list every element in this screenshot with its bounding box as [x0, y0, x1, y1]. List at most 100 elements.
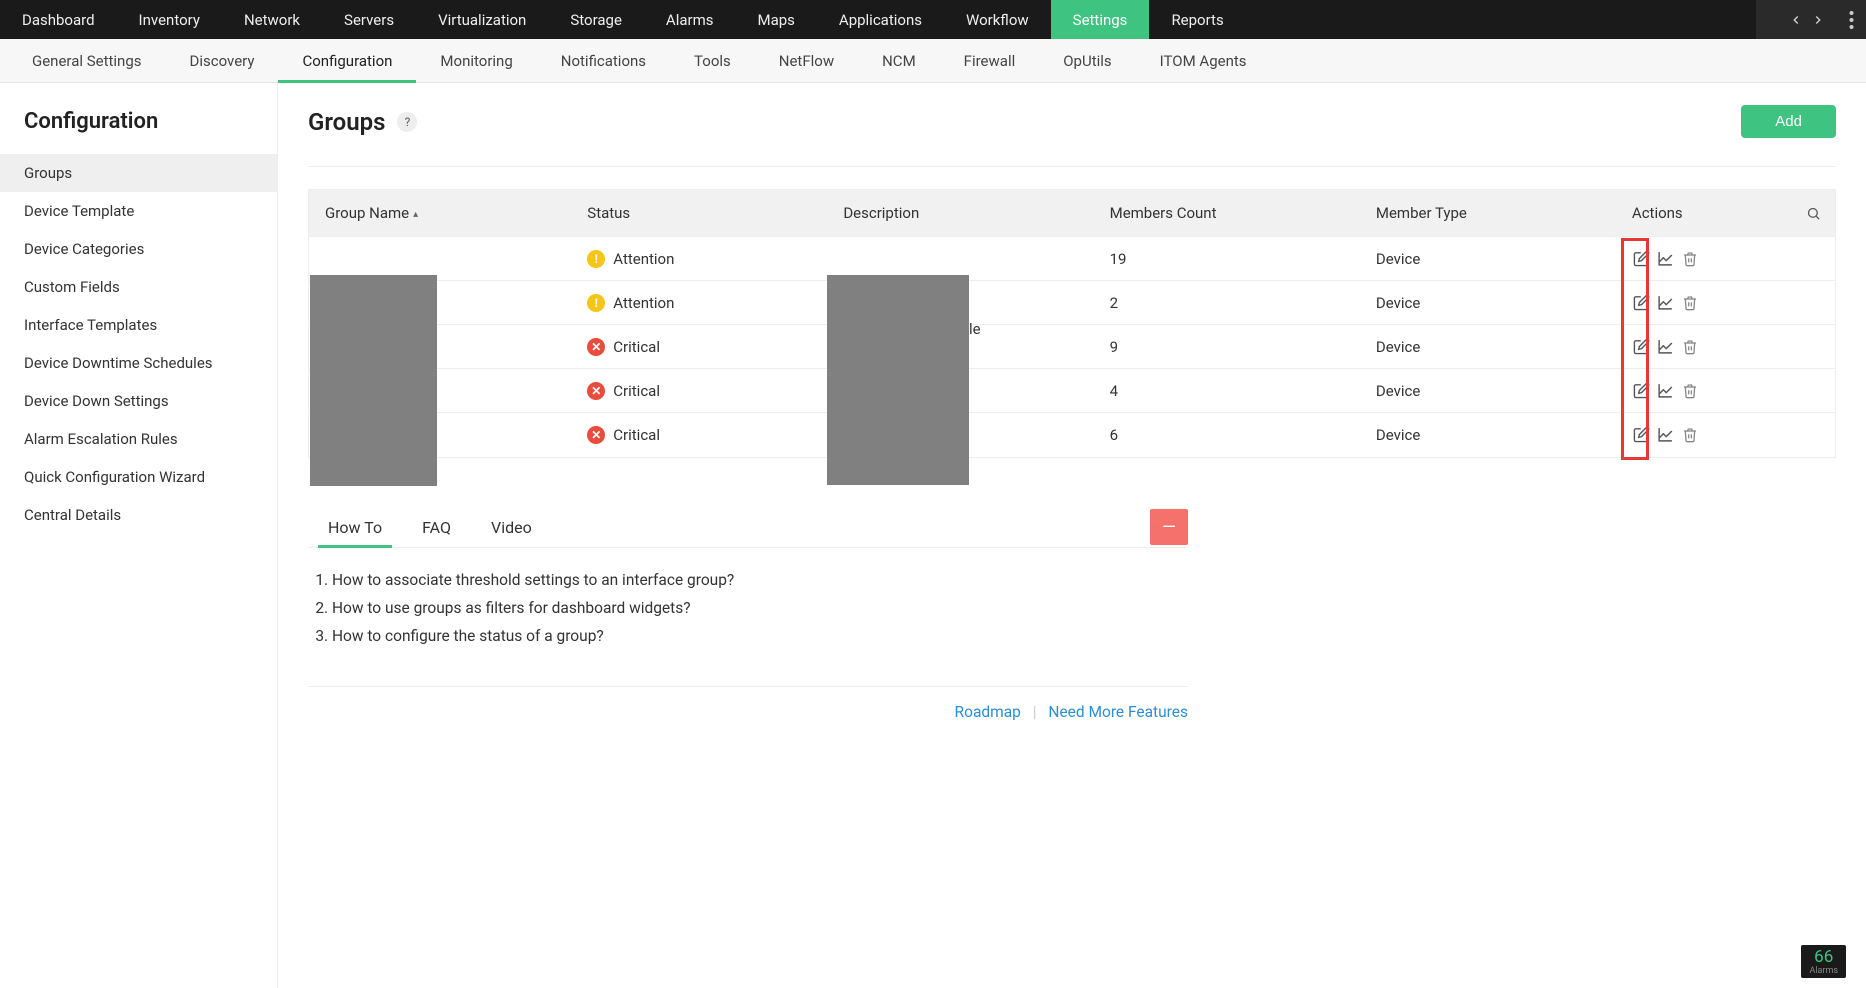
sidebar: Configuration GroupsDevice TemplateDevic…	[0, 83, 278, 988]
cell-member-type: Device	[1364, 237, 1620, 281]
sidebar-item-interface-templates[interactable]: Interface Templates	[0, 306, 277, 344]
table-row[interactable]: ✕Critical4Device	[309, 369, 1835, 413]
topnav-item-servers[interactable]: Servers	[322, 0, 416, 39]
help-list-item[interactable]: How to configure the status of a group?	[332, 622, 1164, 650]
trash-icon[interactable]	[1680, 381, 1700, 401]
kebab-menu-icon[interactable]	[1837, 11, 1866, 29]
help-list-item[interactable]: How to associate threshold settings to a…	[332, 566, 1164, 594]
sidebar-item-central-details[interactable]: Central Details	[0, 496, 277, 534]
col-status[interactable]: Status	[575, 190, 831, 237]
cell-member-type: Device	[1364, 413, 1620, 457]
sidebar-title: Configuration	[0, 91, 277, 154]
chart-icon[interactable]	[1656, 425, 1676, 445]
sidebar-item-custom-fields[interactable]: Custom Fields	[0, 268, 277, 306]
cell-members-count: 9	[1098, 325, 1364, 369]
topnav-item-virtualization[interactable]: Virtualization	[416, 0, 548, 39]
sidebar-item-device-template[interactable]: Device Template	[0, 192, 277, 230]
subnav-item-configuration[interactable]: Configuration	[278, 39, 416, 82]
main-content: Groups ? Add le Group Name Status Descri…	[278, 83, 1866, 988]
critical-icon: ✕	[587, 382, 605, 400]
topnav-item-storage[interactable]: Storage	[548, 0, 644, 39]
cell-status: ✕Critical	[575, 325, 831, 369]
edit-icon[interactable]	[1632, 381, 1652, 401]
trash-icon[interactable]	[1680, 425, 1700, 445]
table-row[interactable]: !Attention 19Device	[309, 237, 1835, 281]
need-more-features-link[interactable]: Need More Features	[1048, 703, 1188, 721]
critical-icon: ✕	[587, 338, 605, 356]
col-group-name[interactable]: Group Name	[309, 190, 575, 237]
sub-navigation: General SettingsDiscoveryConfigurationMo…	[0, 39, 1866, 83]
groups-table: Group Name Status Description Members Co…	[308, 189, 1836, 458]
subnav-item-firewall[interactable]: Firewall	[940, 39, 1040, 82]
subnav-item-ncm[interactable]: NCM	[858, 39, 940, 82]
subnav-item-discovery[interactable]: Discovery	[166, 39, 279, 82]
nav-history-arrows	[1777, 13, 1837, 27]
alarms-badge[interactable]: 66 Alarms	[1801, 945, 1846, 978]
topnav-item-maps[interactable]: Maps	[735, 0, 816, 39]
edit-icon[interactable]	[1632, 425, 1652, 445]
trash-icon[interactable]	[1680, 337, 1700, 357]
subnav-item-itom-agents[interactable]: ITOM Agents	[1136, 39, 1271, 82]
topnav-item-reports[interactable]: Reports	[1149, 0, 1245, 39]
help-list-item[interactable]: How to use groups as filters for dashboa…	[332, 594, 1164, 622]
col-description[interactable]: Description	[831, 190, 1097, 237]
subnav-item-oputils[interactable]: OpUtils	[1039, 39, 1135, 82]
nav-back-icon[interactable]	[1789, 13, 1803, 27]
add-button[interactable]: Add	[1741, 105, 1836, 138]
topnav-item-settings[interactable]: Settings	[1051, 0, 1150, 39]
chart-icon[interactable]	[1656, 293, 1676, 313]
col-members-count[interactable]: Members Count	[1098, 190, 1364, 237]
chart-icon[interactable]	[1656, 249, 1676, 269]
edit-icon[interactable]	[1632, 337, 1652, 357]
trash-icon[interactable]	[1680, 249, 1700, 269]
sidebar-item-device-downtime-schedules[interactable]: Device Downtime Schedules	[0, 344, 277, 382]
subnav-item-tools[interactable]: Tools	[670, 39, 755, 82]
table-row[interactable]: ✕Critical 9Device	[309, 325, 1835, 369]
col-member-type[interactable]: Member Type	[1364, 190, 1620, 237]
help-tab-faq[interactable]: FAQ	[402, 508, 471, 547]
collapse-help-icon[interactable]: —	[1150, 509, 1188, 545]
sidebar-item-alarm-escalation-rules[interactable]: Alarm Escalation Rules	[0, 420, 277, 458]
topnav-item-inventory[interactable]: Inventory	[117, 0, 222, 39]
cell-members-count: 2	[1098, 281, 1364, 325]
cell-status: ✕Critical	[575, 369, 831, 413]
subnav-item-general-settings[interactable]: General Settings	[8, 39, 166, 82]
nav-forward-icon[interactable]	[1811, 13, 1825, 27]
subnav-item-netflow[interactable]: NetFlow	[755, 39, 858, 82]
search-column-icon[interactable]	[1794, 190, 1835, 237]
cell-status: !Attention	[575, 237, 831, 281]
topnav-item-applications[interactable]: Applications	[817, 0, 944, 39]
edit-icon[interactable]	[1632, 293, 1652, 313]
cell-actions	[1620, 237, 1835, 281]
cell-members-count: 19	[1098, 237, 1364, 281]
top-navigation: DashboardInventoryNetworkServersVirtuali…	[0, 0, 1866, 39]
critical-icon: ✕	[587, 426, 605, 444]
subnav-item-notifications[interactable]: Notifications	[537, 39, 670, 82]
sidebar-item-quick-configuration-wizard[interactable]: Quick Configuration Wizard	[0, 458, 277, 496]
help-tab-video[interactable]: Video	[471, 508, 552, 547]
table-row[interactable]: !Attention2Device	[309, 281, 1835, 325]
topnav-item-alarms[interactable]: Alarms	[644, 0, 736, 39]
roadmap-link[interactable]: Roadmap	[955, 703, 1021, 721]
topnav-item-dashboard[interactable]: Dashboard	[0, 0, 117, 39]
subnav-item-monitoring[interactable]: Monitoring	[416, 39, 536, 82]
chart-icon[interactable]	[1656, 381, 1676, 401]
help-tab-how-to[interactable]: How To	[308, 508, 402, 547]
warning-icon: !	[587, 250, 605, 268]
help-icon[interactable]: ?	[397, 112, 417, 132]
cell-actions	[1620, 325, 1835, 369]
topnav-item-workflow[interactable]: Workflow	[944, 0, 1051, 39]
sidebar-item-device-categories[interactable]: Device Categories	[0, 230, 277, 268]
cell-actions	[1620, 413, 1835, 457]
cell-actions	[1620, 369, 1835, 413]
sidebar-item-groups[interactable]: Groups	[0, 154, 277, 192]
edit-icon[interactable]	[1632, 249, 1652, 269]
table-row[interactable]: ✕Critical6Device	[309, 413, 1835, 457]
help-tabs: How ToFAQVideo —	[308, 508, 1188, 548]
sidebar-item-device-down-settings[interactable]: Device Down Settings	[0, 382, 277, 420]
cell-member-type: Device	[1364, 325, 1620, 369]
cell-actions	[1620, 281, 1835, 325]
trash-icon[interactable]	[1680, 293, 1700, 313]
chart-icon[interactable]	[1656, 337, 1676, 357]
topnav-item-network[interactable]: Network	[222, 0, 322, 39]
